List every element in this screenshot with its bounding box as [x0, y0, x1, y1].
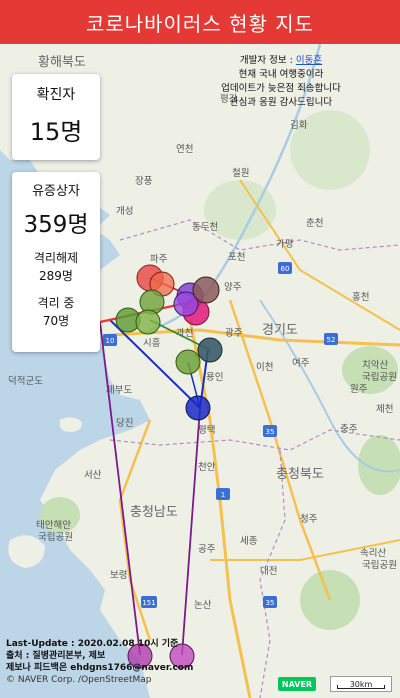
map-label: 태안해안	[36, 519, 71, 531]
map-attribution: © NAVER Corp. /OpenStreetMap	[6, 675, 152, 685]
app-title: 코로나바이러스 현황 지도	[85, 11, 315, 36]
symptom-label: 유증상자	[32, 184, 80, 199]
naver-logo[interactable]: NAVER	[278, 677, 316, 691]
confirmed-count: 15명	[29, 118, 83, 146]
isolating-count: 70명	[42, 314, 70, 328]
released-label: 격리해제	[33, 251, 79, 265]
developer-link[interactable]: 이동훈	[296, 55, 322, 66]
route-badge: 151	[141, 596, 157, 608]
map-label: 충청북도	[276, 467, 324, 482]
symptom-card: 유증상자 359명 격리해제 289명 격리 중 70명	[12, 172, 100, 352]
notice-line: 현재 국내 여행중이라	[238, 69, 324, 80]
map-label: 제부도	[106, 385, 132, 396]
notice-line: 관심과 응원 감사드립니다	[229, 97, 333, 108]
map-label: 국립공원	[362, 371, 397, 383]
svg-text:35: 35	[266, 599, 275, 607]
map-label: 용인	[206, 372, 223, 383]
route-badge: 60	[278, 262, 292, 274]
map-label: 춘천	[306, 218, 323, 229]
map-label: 광주	[225, 327, 243, 339]
map-label: 평택	[198, 425, 215, 436]
map-label: 파주	[150, 254, 168, 265]
map-label: 황해북도	[38, 55, 86, 70]
route-badge: 10	[103, 334, 117, 346]
svg-text:151: 151	[142, 599, 155, 607]
map-label: 가평	[276, 239, 293, 250]
route-badge: 1	[216, 488, 230, 500]
map-label: 공주	[198, 544, 216, 555]
route-badge: 35	[263, 425, 277, 437]
map-label: 여주	[292, 357, 310, 369]
map-label: 서산	[84, 470, 102, 481]
map-label: 철원	[232, 168, 249, 179]
map-label: 국립공원	[362, 559, 397, 571]
map-label: 세종	[240, 536, 258, 547]
map-label: 포천	[228, 252, 245, 263]
map-label: 연천	[176, 144, 193, 155]
map-label: 시흥	[143, 337, 161, 349]
feedback-line: 제보나 피드백은 ehdgns1766@naver.com	[6, 663, 194, 673]
map-label: 양주	[224, 282, 242, 293]
map-label: 덕적군도	[8, 375, 43, 387]
map-scale-bar: 30km	[330, 676, 392, 692]
map-label: 이천	[256, 362, 273, 373]
map-label: 천안	[198, 462, 216, 473]
map-label: 보령	[110, 569, 127, 581]
map-label: 원주	[350, 384, 368, 395]
map-label: 장풍	[135, 176, 153, 187]
svg-text:60: 60	[281, 265, 290, 273]
route-badge: 35	[263, 596, 277, 608]
map-label: 대전	[260, 566, 277, 577]
svg-text:52: 52	[327, 336, 336, 344]
developer-info-line: 개발자 정보 : 이동훈	[239, 55, 323, 66]
confirmed-label: 확진자	[36, 87, 76, 103]
case-marker[interactable]	[175, 349, 201, 375]
map-label: 속리산	[360, 548, 386, 559]
app-header: 코로나바이러스 현황 지도	[0, 0, 400, 44]
case-marker[interactable]	[197, 337, 223, 363]
map-label: 경기도	[262, 323, 298, 338]
map-label: 국립공원	[38, 531, 73, 543]
isolating-label: 격리 중	[37, 296, 75, 310]
map-label: 제천	[376, 404, 393, 415]
park-area	[358, 435, 400, 495]
svg-text:1: 1	[221, 491, 225, 499]
map-label: 당진	[116, 418, 133, 429]
svg-text:10: 10	[106, 337, 115, 345]
map-label: 동두천	[192, 222, 218, 233]
svg-text:35: 35	[266, 428, 275, 436]
map-label: 홍천	[352, 291, 369, 303]
map-label: 청주	[300, 514, 318, 525]
notice-line: 업데이트가 늦은점 죄송합니다	[221, 83, 341, 94]
developer-note: 개발자 정보 : 이동훈 현재 국내 여행중이라 업데이트가 늦은점 죄송합니다…	[166, 54, 396, 110]
released-count: 289명	[39, 269, 73, 283]
case-marker[interactable]	[192, 276, 220, 304]
case-marker[interactable]	[135, 309, 161, 335]
footer-info: Last-Update : 2020.02.08 10시 기준 출처 : 질병관…	[6, 638, 226, 686]
map-label: 논산	[194, 600, 212, 611]
case-marker[interactable]	[185, 395, 211, 421]
map-label: 충청남도	[130, 505, 178, 520]
source-line: 출처 : 질병관리본부, 제보	[6, 651, 106, 661]
confirmed-card: 확진자 15명	[12, 74, 100, 160]
map-label: 개성	[116, 206, 133, 217]
last-update: Last-Update : 2020.02.08 10시 기준	[6, 639, 179, 649]
symptom-count: 359명	[23, 212, 89, 238]
map-label: 김화	[290, 119, 308, 131]
route-badge: 52	[324, 333, 338, 345]
map-label: 충주	[340, 424, 358, 435]
map-label: 치악산	[362, 359, 388, 371]
